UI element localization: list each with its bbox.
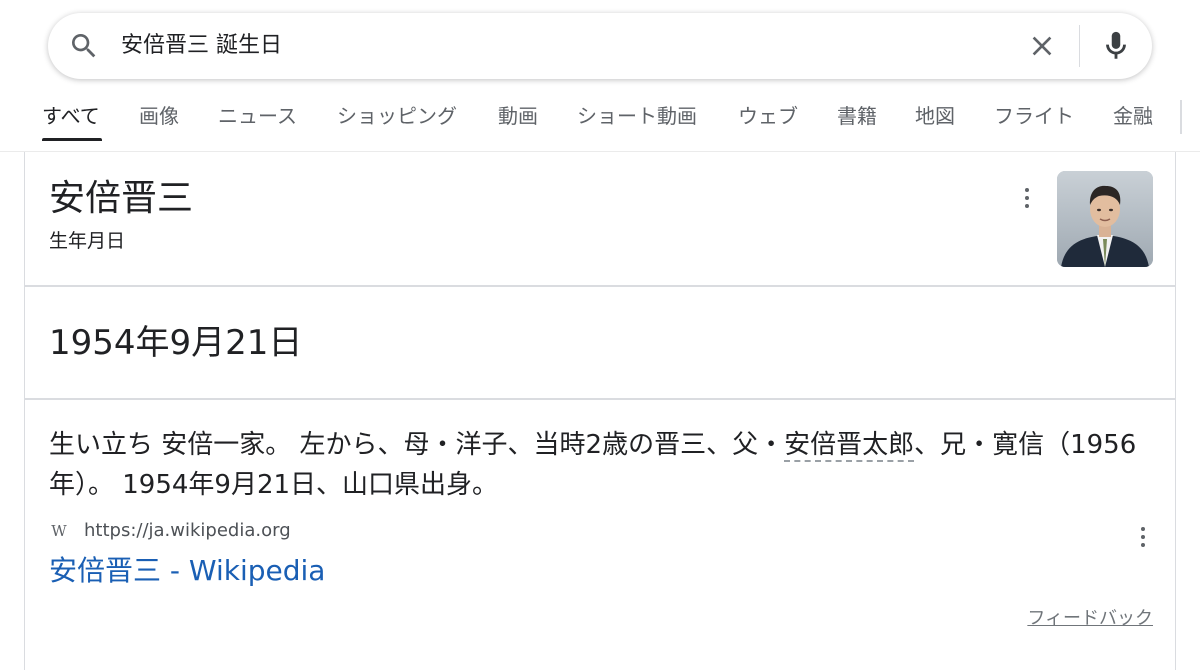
tab-short-videos[interactable]: ショート動画	[577, 103, 697, 129]
divider	[25, 398, 1175, 400]
source-more-button[interactable]	[1131, 523, 1155, 551]
microphone-icon[interactable]	[1099, 28, 1133, 64]
snippet-entity-link[interactable]: 安倍晋太郎	[784, 430, 915, 462]
feedback-link[interactable]: フィードバック	[1027, 607, 1153, 631]
tab-shopping[interactable]: ショッピング	[337, 103, 457, 129]
tab-all[interactable]: すべて	[42, 103, 100, 129]
search-bar-divider	[1079, 25, 1080, 67]
answer-card: 安倍晋三 生年月日 1954年9月21日 生い立ち 安倍一家。 左から、母・洋子…	[24, 152, 1176, 670]
tab-flights[interactable]: フライト	[994, 103, 1074, 129]
search-tabs: すべて 画像 ニュース ショッピング 動画 ショート動画 ウェブ 書籍 地図 フ…	[0, 90, 1200, 152]
tab-finance[interactable]: 金融	[1113, 103, 1153, 129]
answer-value: 1954年9月21日	[49, 323, 303, 363]
more-vert-icon	[1025, 188, 1029, 192]
search-input[interactable]: 安倍晋三 誕生日	[121, 32, 282, 60]
divider	[25, 285, 1175, 287]
close-icon[interactable]	[1026, 30, 1058, 62]
card-more-button[interactable]	[1015, 184, 1039, 212]
wikipedia-icon: W	[51, 522, 67, 540]
tab-images[interactable]: 画像	[139, 103, 179, 129]
tabs-overflow-edge	[1180, 100, 1182, 134]
result-title-link[interactable]: 安倍晋三 - Wikipedia	[49, 552, 325, 590]
tab-videos[interactable]: 動画	[498, 103, 538, 129]
entity-portrait-image[interactable]	[1057, 171, 1153, 267]
entity-subtitle: 生年月日	[49, 230, 126, 252]
snippet-text-before: 生い立ち 安倍一家。 左から、母・洋子、当時2歳の晋三、父・	[49, 430, 785, 460]
tab-books[interactable]: 書籍	[837, 103, 877, 129]
search-results-page: 安倍晋三 誕生日 すべて 画像 ニュース ショッピング 動画 ショート動画 ウェ…	[0, 0, 1200, 670]
tab-maps[interactable]: 地図	[915, 103, 955, 129]
entity-title: 安倍晋三	[49, 178, 194, 219]
search-icon[interactable]	[68, 30, 100, 62]
active-tab-indicator	[42, 138, 102, 141]
tab-web[interactable]: ウェブ	[738, 103, 798, 129]
tab-news[interactable]: ニュース	[218, 103, 297, 129]
snippet-text: 生い立ち 安倍一家。 左から、母・洋子、当時2歳の晋三、父・安倍晋太郎、兄・寛信…	[49, 425, 1149, 505]
search-bar[interactable]: 安倍晋三 誕生日	[48, 13, 1152, 79]
more-vert-icon	[1141, 527, 1145, 531]
source-url[interactable]: https://ja.wikipedia.org	[84, 518, 291, 544]
